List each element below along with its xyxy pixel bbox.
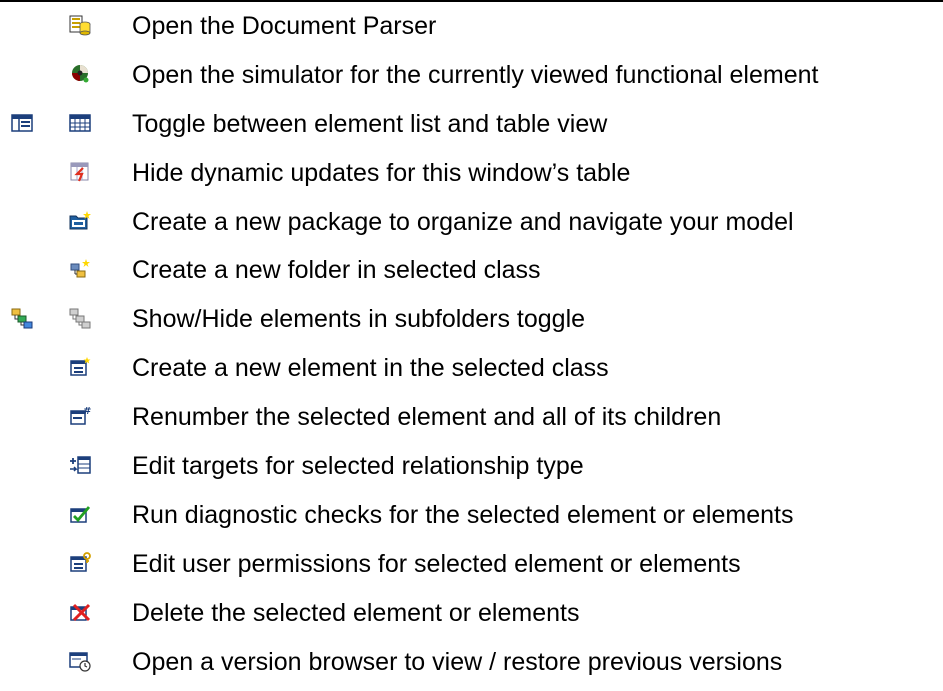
subfolders-hidden-icon xyxy=(69,307,91,329)
document-parser-icon xyxy=(69,14,91,36)
hide-dynamic-updates-icon xyxy=(69,161,91,183)
simulator-icon xyxy=(69,63,91,85)
item-description: Show/Hide elements in subfolders toggle xyxy=(132,305,586,334)
diagnostic-check-icon xyxy=(69,503,91,525)
new-package-icon xyxy=(69,210,91,232)
item-description: Open a version browser to view / restore… xyxy=(132,647,783,676)
list-item: Open the Document Parser xyxy=(0,2,943,51)
subfolders-shown-icon xyxy=(11,307,33,329)
svg-text:#: # xyxy=(83,406,91,417)
item-description: Create a new package to organize and nav… xyxy=(132,207,794,236)
list-view-icon xyxy=(11,112,33,134)
list-item: Run diagnostic checks for the selected e… xyxy=(0,491,943,540)
list-item: Create a new folder in selected class xyxy=(0,246,943,295)
list-item: Open the simulator for the currently vie… xyxy=(0,51,943,100)
item-description: Run diagnostic checks for the selected e… xyxy=(132,500,794,529)
list-item: Show/Hide elements in subfolders toggle xyxy=(0,295,943,344)
version-browser-icon xyxy=(69,650,91,672)
list-item: Open a version browser to view / restore… xyxy=(0,638,943,687)
list-item: Edit user permissions for selected eleme… xyxy=(0,540,943,589)
item-description: Create a new folder in selected class xyxy=(132,256,541,285)
item-description: Renumber the selected element and all of… xyxy=(132,403,722,432)
renumber-icon: # xyxy=(69,405,91,427)
item-description: Hide dynamic updates for this window’s t… xyxy=(132,158,631,187)
list-item: Create a new package to organize and nav… xyxy=(0,198,943,247)
item-description: Edit targets for selected relationship t… xyxy=(132,452,584,481)
item-description: Open the simulator for the currently vie… xyxy=(132,60,819,89)
list-item: Edit targets for selected relationship t… xyxy=(0,442,943,491)
list-item: # Renumber the selected element and all … xyxy=(0,393,943,442)
list-item: Hide dynamic updates for this window’s t… xyxy=(0,149,943,198)
item-description: Toggle between element list and table vi… xyxy=(132,109,608,138)
user-permissions-icon xyxy=(69,551,91,574)
toolbar-help-list: Open the Document Parser Open the simula… xyxy=(0,2,943,686)
list-item: Toggle between element list and table vi… xyxy=(0,100,943,149)
list-item: Create a new element in the selected cla… xyxy=(0,344,943,393)
new-folder-icon xyxy=(69,258,91,280)
delete-element-icon xyxy=(69,601,91,623)
item-description: Edit user permissions for selected eleme… xyxy=(132,549,741,578)
new-element-icon xyxy=(69,356,91,378)
item-description: Create a new element in the selected cla… xyxy=(132,354,609,383)
item-description: Open the Document Parser xyxy=(132,12,437,40)
list-item: Delete the selected element or elements xyxy=(0,589,943,638)
item-description: Delete the selected element or elements xyxy=(132,598,580,627)
edit-targets-icon xyxy=(69,454,91,476)
table-view-icon xyxy=(69,112,91,134)
